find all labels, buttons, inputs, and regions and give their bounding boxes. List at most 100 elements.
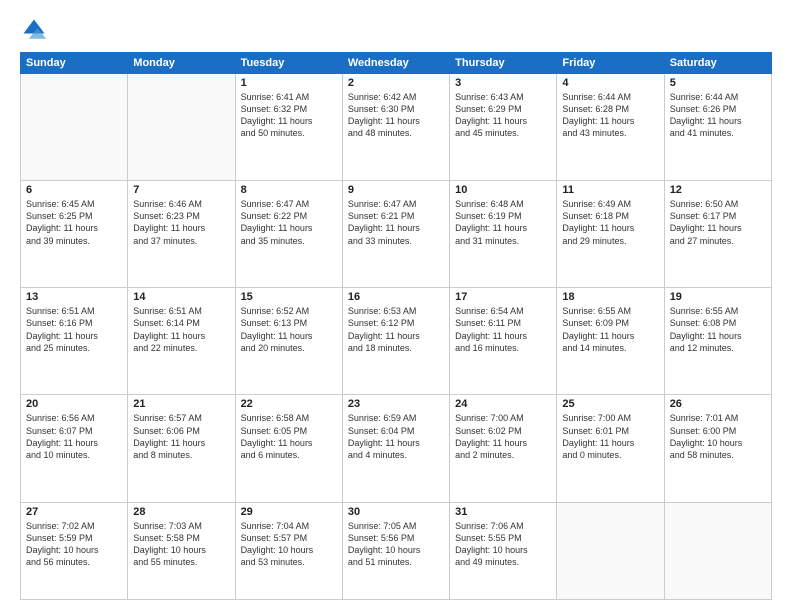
day-number: 19 xyxy=(670,291,766,303)
day-number: 12 xyxy=(670,184,766,196)
cell-line: Daylight: 10 hours xyxy=(670,438,743,448)
cell-line: Sunset: 6:16 PM xyxy=(26,318,93,328)
cell-line: Sunset: 5:56 PM xyxy=(348,533,415,543)
cell-line: Sunset: 6:25 PM xyxy=(26,211,93,221)
cell-line: and 6 minutes. xyxy=(241,450,300,460)
cell-content: Sunrise: 6:58 AMSunset: 6:05 PMDaylight:… xyxy=(241,412,337,461)
cell-line: and 48 minutes. xyxy=(348,128,412,138)
day-number: 4 xyxy=(562,77,658,89)
cell-content: Sunrise: 6:44 AMSunset: 6:26 PMDaylight:… xyxy=(670,91,766,140)
calendar-week-5: 27Sunrise: 7:02 AMSunset: 5:59 PMDayligh… xyxy=(21,502,772,599)
calendar-cell: 16Sunrise: 6:53 AMSunset: 6:12 PMDayligh… xyxy=(342,288,449,395)
cell-line: and 49 minutes. xyxy=(455,557,519,567)
cell-line: Sunrise: 6:46 AM xyxy=(133,199,202,209)
cell-line: Sunrise: 6:58 AM xyxy=(241,413,310,423)
day-number: 8 xyxy=(241,184,337,196)
cell-content: Sunrise: 6:49 AMSunset: 6:18 PMDaylight:… xyxy=(562,198,658,247)
cell-line: Sunrise: 7:00 AM xyxy=(455,413,524,423)
calendar-cell: 20Sunrise: 6:56 AMSunset: 6:07 PMDayligh… xyxy=(21,395,128,502)
cell-line: and 29 minutes. xyxy=(562,236,626,246)
cell-line: Sunrise: 6:44 AM xyxy=(562,92,631,102)
cell-content: Sunrise: 7:01 AMSunset: 6:00 PMDaylight:… xyxy=(670,412,766,461)
cell-line: Daylight: 11 hours xyxy=(241,438,313,448)
day-number: 22 xyxy=(241,398,337,410)
cell-line: Sunrise: 6:45 AM xyxy=(26,199,95,209)
day-number: 15 xyxy=(241,291,337,303)
cell-line: Daylight: 11 hours xyxy=(670,331,742,341)
calendar-cell: 26 Sunrise: 7:01 AMSunset: 6:00 PMDayligh… xyxy=(664,395,771,502)
calendar-cell: 18Sunrise: 6:55 AMSunset: 6:09 PMDayligh… xyxy=(557,288,664,395)
day-number: 16 xyxy=(348,291,444,303)
cell-line: Sunset: 6:09 PM xyxy=(562,318,629,328)
cell-line: Daylight: 11 hours xyxy=(562,331,634,341)
cell-line: and 58 minutes. xyxy=(670,450,734,460)
cell-line: and 39 minutes. xyxy=(26,236,90,246)
cell-line: Sunrise: 7:02 AM xyxy=(26,521,95,531)
cell-line: Daylight: 11 hours xyxy=(348,116,420,126)
day-number: 25 xyxy=(562,398,658,410)
cell-content: Sunrise: 6:59 AMSunset: 6:04 PMDaylight:… xyxy=(348,412,444,461)
cell-line: and 18 minutes. xyxy=(348,343,412,353)
cell-line: Daylight: 11 hours xyxy=(133,438,205,448)
calendar-cell: 5 Sunrise: 6:44 AMSunset: 6:26 PMDaylight… xyxy=(664,74,771,181)
cell-line: Sunset: 5:57 PM xyxy=(241,533,308,543)
calendar-week-1: 1Sunrise: 6:41 AMSunset: 6:32 PMDaylight… xyxy=(21,74,772,181)
cell-line: and 22 minutes. xyxy=(133,343,197,353)
calendar-cell: 24Sunrise: 7:00 AMSunset: 6:02 PMDayligh… xyxy=(450,395,557,502)
day-number: 26 xyxy=(670,398,766,410)
calendar-cell: 10Sunrise: 6:48 AMSunset: 6:19 PMDayligh… xyxy=(450,181,557,288)
cell-line: Daylight: 11 hours xyxy=(670,223,742,233)
weekday-header-monday: Monday xyxy=(128,53,235,74)
calendar-cell: 28 Sunrise: 7:03 AMSunset: 5:58 PMDayligh… xyxy=(128,502,235,599)
calendar-cell: 31Sunrise: 7:06 AMSunset: 5:55 PMDayligh… xyxy=(450,502,557,599)
cell-line: and 16 minutes. xyxy=(455,343,519,353)
cell-line: Sunset: 6:18 PM xyxy=(562,211,629,221)
cell-line: Sunrise: 6:48 AM xyxy=(455,199,524,209)
day-number: 13 xyxy=(26,291,122,303)
cell-line: and 55 minutes. xyxy=(133,557,197,567)
cell-line: Daylight: 11 hours xyxy=(348,223,420,233)
calendar-cell xyxy=(557,502,664,599)
day-number: 28 xyxy=(133,506,229,518)
calendar-cell: 2Sunrise: 6:42 AMSunset: 6:30 PMDaylight… xyxy=(342,74,449,181)
cell-line: Daylight: 11 hours xyxy=(348,438,420,448)
cell-line: and 45 minutes. xyxy=(455,128,519,138)
cell-line: Sunset: 6:17 PM xyxy=(670,211,737,221)
calendar-cell: 22 Sunrise: 6:58 AMSunset: 6:05 PMDayligh… xyxy=(235,395,342,502)
cell-line: Sunset: 6:12 PM xyxy=(348,318,415,328)
cell-content: Sunrise: 7:03 AMSunset: 5:58 PMDaylight:… xyxy=(133,520,229,569)
cell-line: Daylight: 11 hours xyxy=(455,438,527,448)
weekday-header-friday: Friday xyxy=(557,53,664,74)
weekday-header-saturday: Saturday xyxy=(664,53,771,74)
calendar-cell: 21Sunrise: 6:57 AMSunset: 6:06 PMDayligh… xyxy=(128,395,235,502)
cell-line: Sunset: 6:07 PM xyxy=(26,426,93,436)
cell-content: Sunrise: 6:51 AMSunset: 6:16 PMDaylight:… xyxy=(26,305,122,354)
calendar-cell: 6Sunrise: 6:45 AMSunset: 6:25 PMDaylight… xyxy=(21,181,128,288)
cell-line: and 4 minutes. xyxy=(348,450,407,460)
cell-line: Sunrise: 6:44 AM xyxy=(670,92,739,102)
cell-content: Sunrise: 6:41 AMSunset: 6:32 PMDaylight:… xyxy=(241,91,337,140)
calendar-cell: 17Sunrise: 6:54 AMSunset: 6:11 PMDayligh… xyxy=(450,288,557,395)
calendar-cell: 1Sunrise: 6:41 AMSunset: 6:32 PMDaylight… xyxy=(235,74,342,181)
cell-line: Sunrise: 6:41 AM xyxy=(241,92,310,102)
cell-line: Daylight: 10 hours xyxy=(455,545,528,555)
cell-line: Daylight: 11 hours xyxy=(562,438,634,448)
cell-line: Sunset: 6:21 PM xyxy=(348,211,415,221)
cell-line: and 12 minutes. xyxy=(670,343,734,353)
cell-line: Sunrise: 6:42 AM xyxy=(348,92,417,102)
calendar-cell: 29Sunrise: 7:04 AMSunset: 5:57 PMDayligh… xyxy=(235,502,342,599)
cell-line: Sunset: 6:13 PM xyxy=(241,318,308,328)
cell-line: Daylight: 11 hours xyxy=(348,331,420,341)
cell-line: Daylight: 11 hours xyxy=(562,223,634,233)
cell-line: and 2 minutes. xyxy=(455,450,514,460)
cell-line: Sunrise: 6:54 AM xyxy=(455,306,524,316)
calendar-cell: 27Sunrise: 7:02 AMSunset: 5:59 PMDayligh… xyxy=(21,502,128,599)
weekday-header-sunday: Sunday xyxy=(21,53,128,74)
cell-line: Daylight: 10 hours xyxy=(133,545,206,555)
cell-line: Daylight: 11 hours xyxy=(133,223,205,233)
cell-content: Sunrise: 6:54 AMSunset: 6:11 PMDaylight:… xyxy=(455,305,551,354)
cell-content: Sunrise: 7:00 AMSunset: 6:01 PMDaylight:… xyxy=(562,412,658,461)
calendar-week-2: 6Sunrise: 6:45 AMSunset: 6:25 PMDaylight… xyxy=(21,181,772,288)
cell-line: Sunset: 6:01 PM xyxy=(562,426,629,436)
day-number: 5 xyxy=(670,77,766,89)
